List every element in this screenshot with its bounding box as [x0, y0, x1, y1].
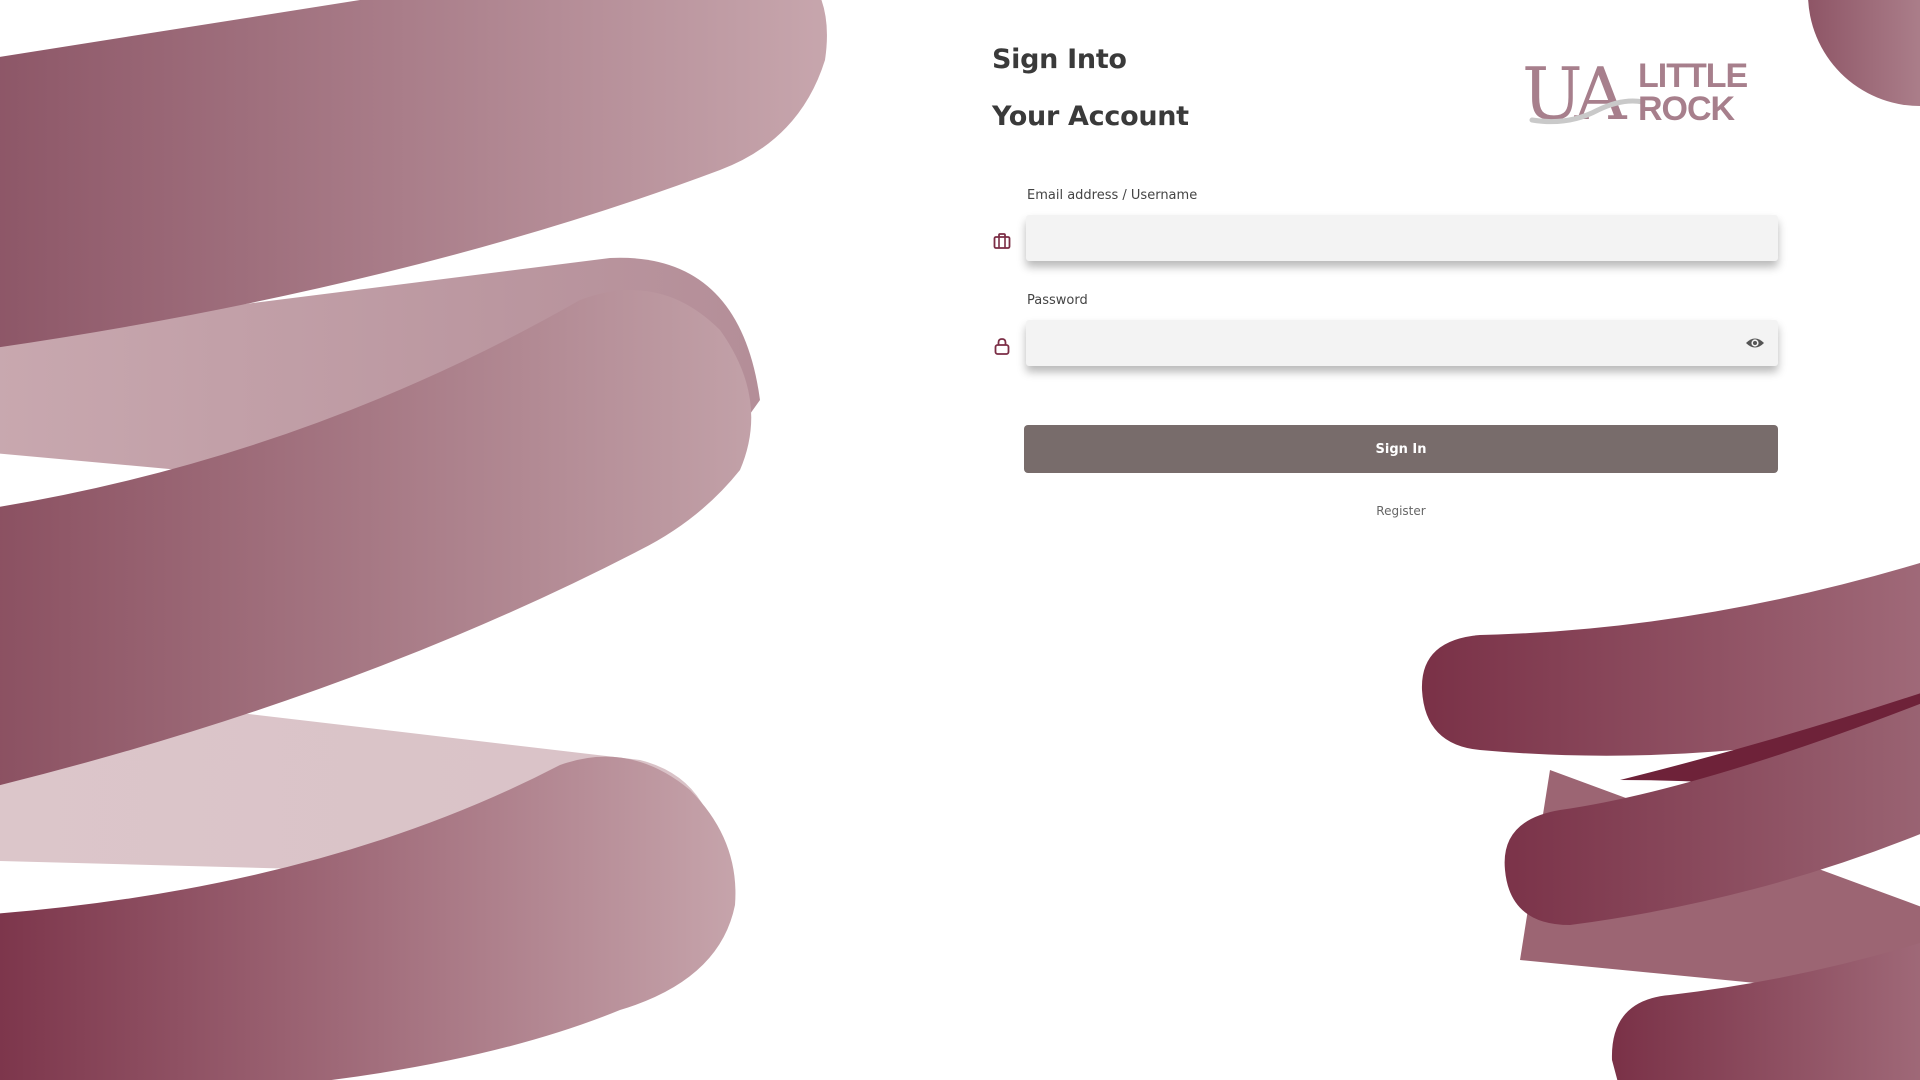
sign-in-button[interactable]: Sign In — [1024, 425, 1778, 473]
password-label: Password — [1027, 293, 1088, 308]
register-link[interactable]: Register — [992, 504, 1810, 518]
login-panel: Sign Into Your Account UA LITTLE ROCK Em… — [992, 0, 1792, 560]
ua-little-rock-logo: UA LITTLE ROCK — [1522, 56, 1748, 132]
briefcase-icon — [993, 233, 1011, 249]
logo-swoosh-icon — [1529, 98, 1646, 125]
logo-line-little: LITTLE — [1638, 57, 1748, 95]
email-field[interactable] — [1026, 215, 1778, 261]
page-title-line-2: Your Account — [992, 101, 1189, 132]
password-field[interactable] — [1026, 320, 1778, 366]
logo-wordmark: LITTLE ROCK — [1638, 57, 1748, 128]
email-label: Email address / Username — [1027, 188, 1198, 203]
eye-icon[interactable] — [1744, 332, 1766, 354]
logo-line-rock: ROCK — [1638, 90, 1735, 128]
lock-icon — [994, 338, 1010, 355]
page-title-line-1: Sign Into — [992, 44, 1127, 75]
